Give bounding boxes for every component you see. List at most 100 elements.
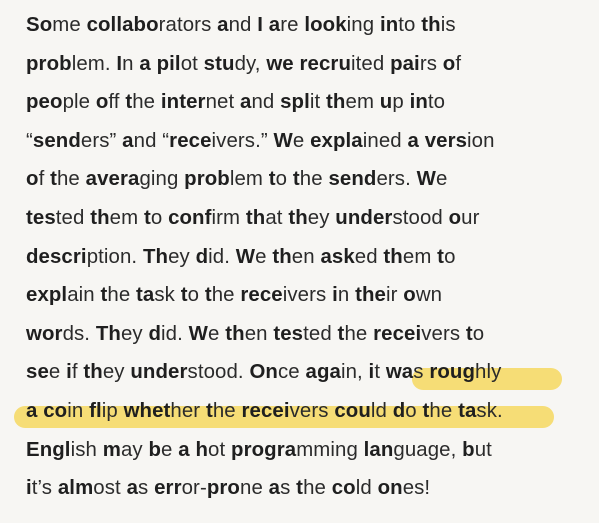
bold-segment: cou [334,399,371,422]
text-segment: ip [101,399,124,422]
bold-segment: t [268,168,276,191]
text-segment: hly [475,361,502,384]
bold-segment: o [442,52,456,75]
bold-segment: avera [85,168,140,191]
bold-segment: d [392,399,406,422]
bold-segment: descri [26,245,87,268]
text-segment: en [244,322,274,345]
text-segment: ain [67,284,101,307]
text-segment: he [107,284,137,307]
text-segment: he [299,168,329,191]
bold-segment: d [195,245,209,268]
text-line: explain the task to the receivers in the… [26,276,596,315]
text-segment: e [208,322,226,345]
text-segment: vers [289,399,335,422]
bold-segment: we [266,52,294,75]
text-segment: f [455,52,462,75]
text-line-content: description. They did. We then asked the… [26,246,456,268]
bold-segment: a [178,438,190,461]
text-segment: o [150,206,169,229]
bold-segment: lan [363,438,394,461]
bold-segment: W [235,245,256,268]
bold-segment: collabo [86,14,159,36]
text-segment: em [345,91,380,114]
text-segment: ir [385,284,404,307]
bold-segment: Engl [26,438,71,461]
text-segment: e [255,245,273,268]
text-segment: nd [251,91,281,114]
text-segment: t’s [31,477,58,500]
bold-segment: t [292,168,300,191]
bold-segment: expla [310,129,363,152]
text-line-content: see if they understood. Once again, it w… [26,361,501,383]
bold-segment: W [188,322,209,345]
bold-segment: prob [184,168,230,191]
passage-lines: Some collaborators and I are looking int… [26,6,596,508]
bold-segment: th [83,361,103,384]
text-segment: ivers [282,284,333,307]
text-segment: stood [392,206,449,229]
bold-segment: h [195,438,209,461]
text-segment: s [138,477,155,500]
text-line: see if they understood. Once again, it w… [26,353,596,392]
bold-segment: b [148,438,162,461]
bold-segment: o [403,284,416,307]
bold-segment: recei [373,322,422,345]
text-line: English may be a hot programming languag… [26,431,596,470]
bold-segment: look [304,14,347,36]
text-line-content: it’s almost as error-prone as the cold o… [26,477,430,499]
text-segment: ey [102,361,131,384]
bold-segment: o [95,91,109,114]
text-segment: ited [351,52,391,75]
text-segment: sk [154,284,181,307]
text-segment: he [429,399,459,422]
text-segment: em [109,206,144,229]
bold-segment: t [465,322,473,345]
bold-segment: rece [240,284,283,307]
text-segment: in, [340,361,369,384]
bold-segment: So [26,14,53,36]
text-line-content: words. They did. We then tested t he rece… [26,323,484,345]
text-line: Some collaborators and I are looking int… [26,6,596,45]
bold-segment: a [217,14,229,36]
bold-segment: the [355,284,386,307]
text-segment: f [71,361,84,384]
bold-segment: t [205,399,213,422]
text-segment: n [337,284,356,307]
text-segment: ined [362,129,408,152]
bold-segment: recru [299,52,352,75]
text-segment: me [52,14,87,36]
bold-segment: t [50,168,57,191]
text-segment: vers [421,322,466,345]
bold-segment: in [379,14,399,36]
bold-segment: th [421,14,441,36]
bold-segment: Th [95,322,121,345]
text-segment: mming [296,438,364,461]
text-segment: stood. [187,361,250,384]
text-segment: en [291,245,321,268]
text-segment: id. [161,322,189,345]
bold-segment: W [416,168,436,191]
bold-segment: ta [136,284,155,307]
bold-segment: pro [206,477,240,500]
bold-segment: tes [273,322,304,345]
bold-segment: a [126,477,139,500]
text-line-content: a coin flip whether the receivers could … [26,400,503,422]
bold-segment: th [245,206,266,229]
text-segment: ds. [62,322,96,345]
bold-segment: th [90,206,110,229]
text-segment: he [211,284,241,307]
bold-segment: pai [390,52,420,75]
bold-segment: t [180,284,188,307]
bold-segment: t [204,284,212,307]
bold-segment: whet [123,399,171,422]
text-segment: ers” [80,129,123,152]
text-segment: em [402,245,438,268]
text-segment: rs [419,52,443,75]
text-segment: or- [181,477,207,500]
text-segment: ted [55,206,91,229]
bold-segment: a [240,91,252,114]
text-segment: ot [180,52,204,75]
text-segment: e [161,438,179,461]
bold-segment: prob [26,52,72,75]
